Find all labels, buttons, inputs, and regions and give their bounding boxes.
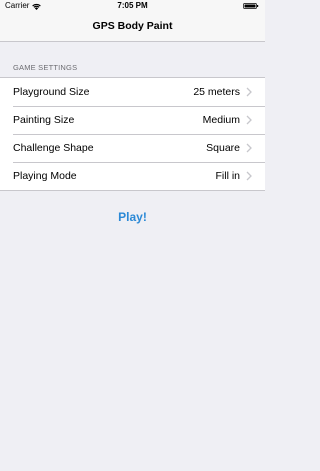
battery-icon [243,3,259,9]
setting-row-challenge-shape[interactable]: Challenge Shape Square [0,134,265,162]
chevron-right-icon [246,171,252,181]
setting-label: Challenge Shape [13,141,94,154]
chevron-right-icon [246,87,252,97]
setting-row-playground-size[interactable]: Playground Size 25 meters [0,78,265,106]
status-bar: Carrier 7:05 PM [0,0,265,13]
setting-row-playing-mode[interactable]: Playing Mode Fill in [0,162,265,190]
chevron-right-icon [246,115,252,125]
chevron-right-icon [246,143,252,153]
setting-value: Square [206,141,240,154]
settings-table: Playground Size 25 meters Painting Size … [0,77,265,191]
page-title: GPS Body Paint [92,20,173,32]
setting-label: Playground Size [13,85,90,98]
setting-value: Medium [202,113,240,126]
setting-value: Fill in [215,169,240,182]
setting-row-painting-size[interactable]: Painting Size Medium [0,106,265,134]
setting-label: Playing Mode [13,169,77,182]
status-time: 7:05 PM [117,1,148,10]
setting-value: 25 meters [193,85,240,98]
setting-label: Painting Size [13,113,75,126]
section-header-game-settings: GAME SETTINGS [13,63,78,72]
play-button[interactable]: Play! [0,210,265,225]
navigation-bar: GPS Body Paint [0,13,265,42]
